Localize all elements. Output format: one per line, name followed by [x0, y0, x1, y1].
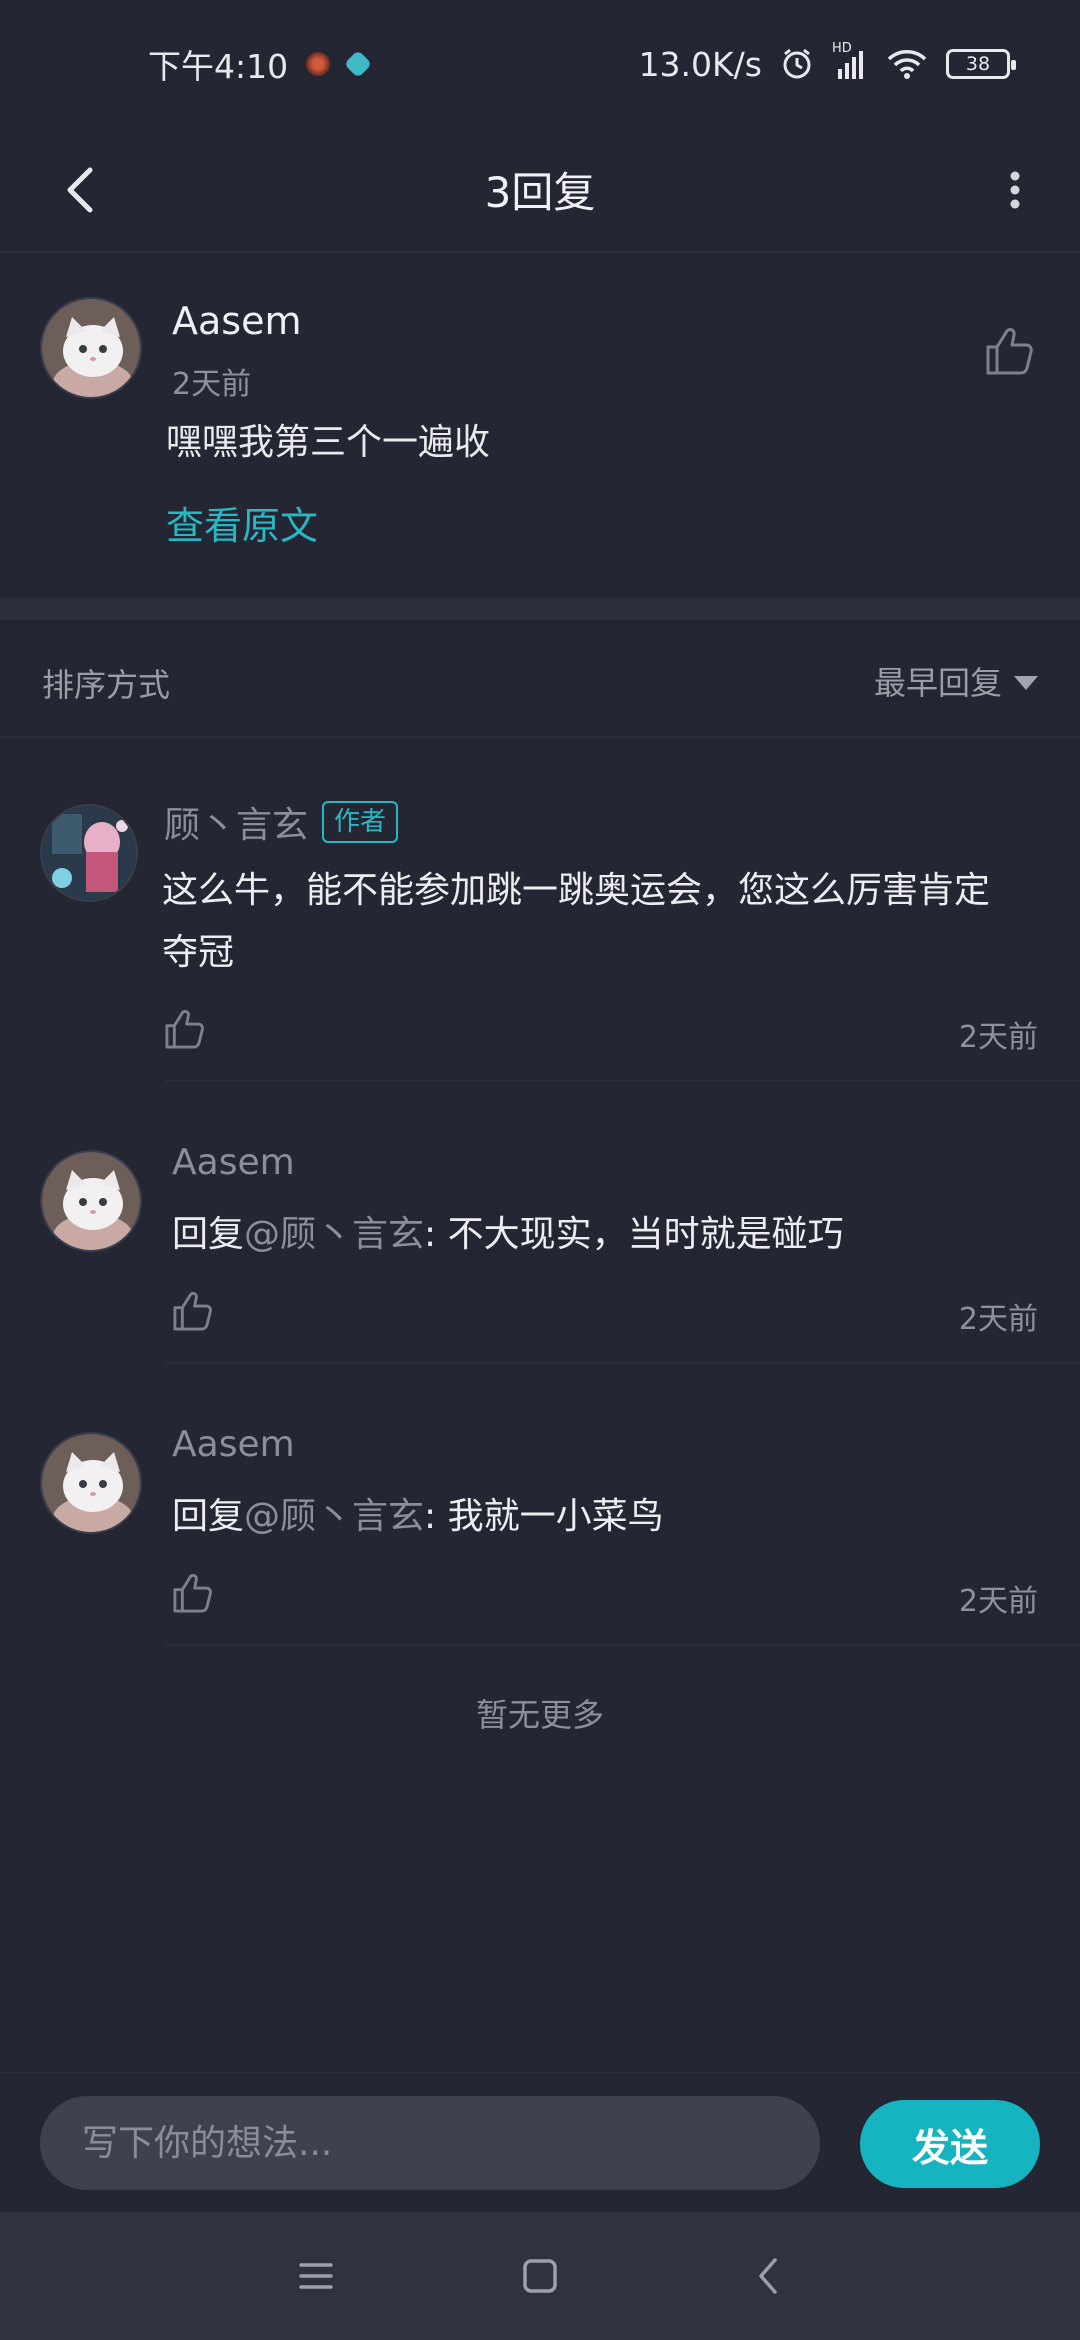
- mention-link[interactable]: @顾丶言玄: [244, 1214, 424, 1255]
- status-time: 下午4:10: [148, 47, 289, 86]
- alarm-icon: [780, 47, 814, 81]
- reply-body: : 我就一小菜鸟: [424, 1496, 664, 1537]
- avatar[interactable]: [40, 1432, 142, 1534]
- reply-time: 2天前: [958, 1584, 1038, 1619]
- sort-selected: 最早回复: [873, 664, 1002, 702]
- caret-down-icon: [1014, 676, 1038, 690]
- like-button[interactable]: [170, 1570, 216, 1616]
- post-text: 嘿嘿我第三个一遍收: [166, 422, 491, 463]
- net-speed: 13.0K/s: [638, 44, 762, 84]
- reply-item: Aasem 回复@顾丶言玄: 我就一小菜鸟 2天前: [0, 1364, 1080, 1646]
- post-author[interactable]: Aasem: [172, 299, 301, 343]
- sort-label: 排序方式: [42, 666, 171, 704]
- like-button[interactable]: [162, 1006, 208, 1052]
- author-badge: 作者: [322, 801, 399, 843]
- reply-author[interactable]: Aasem: [172, 1142, 295, 1183]
- shield-app-icon: [343, 49, 373, 79]
- chevron-left-icon: [759, 2258, 777, 2294]
- status-left: 下午4:10: [148, 40, 373, 88]
- reply-author-row: 顾丶言玄 作者: [164, 796, 399, 848]
- thumbs-up-icon: [165, 1010, 204, 1049]
- battery-icon: 38: [946, 49, 1016, 79]
- reply-author[interactable]: Aasem: [172, 1424, 295, 1465]
- thumbs-up-icon: [173, 1292, 212, 1331]
- more-vertical-icon: [1010, 171, 1020, 209]
- thumbs-up-icon: [986, 328, 1033, 375]
- hd-label: HD: [832, 41, 852, 56]
- cat-avatar-icon: [42, 1152, 140, 1250]
- back-nav-button[interactable]: [738, 2246, 798, 2306]
- composer: 发送: [0, 2072, 1080, 2212]
- view-original-link[interactable]: 查看原文: [166, 495, 318, 550]
- thumbs-up-icon: [173, 1574, 212, 1613]
- mention-link[interactable]: @顾丶言玄: [244, 1496, 424, 1537]
- reply-time: 2天前: [958, 1020, 1038, 1055]
- battery-level: 38: [965, 53, 991, 75]
- reply-prefix: 回复: [172, 1214, 245, 1255]
- reply-text: 这么牛，能不能参加跳一跳奥运会，您这么厉害肯定 夺冠: [162, 860, 1080, 984]
- top-bar: 3回复: [0, 128, 1080, 253]
- avatar[interactable]: [40, 804, 138, 902]
- reply-author-row: Aasem: [172, 1424, 295, 1465]
- no-more-label: 暂无更多: [475, 1696, 604, 1734]
- reply-body: : 不大现实，当时就是碰巧: [424, 1214, 844, 1255]
- reply-prefix: 回复: [172, 1496, 245, 1537]
- reply-text-line: 这么牛，能不能参加跳一跳奥运会，您这么厉害肯定: [162, 870, 991, 911]
- signal-icon: HD: [832, 41, 868, 81]
- recents-button[interactable]: [286, 2246, 346, 2306]
- like-button[interactable]: [170, 1288, 216, 1334]
- chevron-left-icon: [67, 167, 93, 213]
- wifi-icon: [886, 47, 928, 81]
- post-time: 2天前: [172, 367, 252, 402]
- sort-dropdown[interactable]: 最早回复: [874, 658, 1038, 704]
- system-nav-bar: [0, 2212, 1080, 2340]
- avatar[interactable]: [40, 1150, 142, 1252]
- comment-input[interactable]: [40, 2096, 820, 2190]
- reply-author-row: Aasem: [172, 1142, 295, 1183]
- reply-time: 2天前: [958, 1302, 1038, 1337]
- reply-text: 回复@顾丶言玄: 不大现实，当时就是碰巧: [172, 1204, 1080, 1266]
- like-button[interactable]: [982, 323, 1038, 379]
- sort-row: 排序方式 最早回复: [0, 620, 1080, 738]
- menu-icon: [299, 2263, 333, 2289]
- cat-avatar-icon: [42, 299, 140, 397]
- reply-item: 顾丶言玄 作者 这么牛，能不能参加跳一跳奥运会，您这么厉害肯定 夺冠 2天前: [0, 740, 1080, 1082]
- reply-text: 回复@顾丶言玄: 我就一小菜鸟: [172, 1486, 1080, 1548]
- original-post: Aasem 2天前 嘿嘿我第三个一遍收 查看原文: [0, 255, 1080, 598]
- app-notification-icon: [306, 52, 331, 76]
- section-divider: [0, 598, 1080, 620]
- more-options-button[interactable]: [980, 150, 1050, 230]
- reply-text-line: 夺冠: [162, 932, 235, 973]
- send-button[interactable]: 发送: [860, 2100, 1040, 2188]
- reply-item: Aasem 回复@顾丶言玄: 不大现实，当时就是碰巧 2天前: [0, 1082, 1080, 1364]
- divider: [165, 1644, 1080, 1646]
- square-icon: [523, 2259, 557, 2293]
- status-right: 13.0K/s HD 38: [638, 41, 1016, 84]
- avatar[interactable]: [40, 297, 142, 399]
- reply-author[interactable]: 顾丶言玄: [164, 796, 308, 848]
- back-button[interactable]: [40, 150, 120, 230]
- cat-avatar-icon: [42, 1434, 140, 1532]
- page-title: 3回复: [484, 168, 596, 217]
- anime-avatar-icon: [42, 806, 136, 900]
- status-bar: 下午4:10 13.0K/s HD 38: [0, 0, 1080, 128]
- home-button[interactable]: [510, 2246, 570, 2306]
